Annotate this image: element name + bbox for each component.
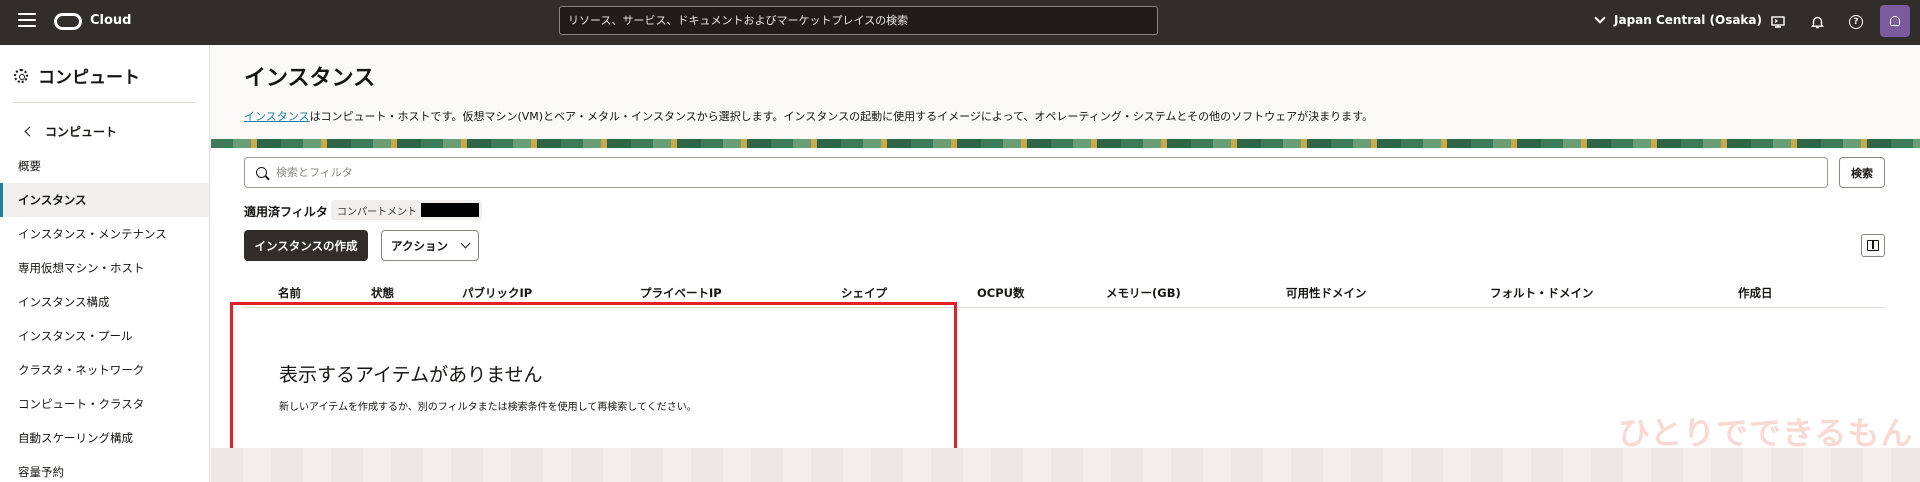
sidebar-item-instances[interactable]: インスタンス <box>0 183 209 217</box>
top-bar: Cloud Japan Central (Osaka) ? <box>0 0 1920 45</box>
sidebar-divider <box>14 102 196 103</box>
cloud-shell-icon[interactable] <box>1768 12 1788 32</box>
sidebar-item-instance-maintenance[interactable]: インスタンス・メンテナンス <box>0 217 209 251</box>
oracle-logo-icon[interactable] <box>54 13 82 30</box>
search-filter-input[interactable] <box>245 158 1827 187</box>
actions-label: アクション <box>391 238 448 253</box>
brand-name[interactable]: Cloud <box>90 13 132 28</box>
sidebar-item-compute-clusters[interactable]: コンピュート・クラスタ <box>0 387 209 421</box>
search-button[interactable]: 検索 <box>1839 157 1885 188</box>
sidebar-back-label: コンピュート <box>45 125 118 139</box>
column-header-private-ip[interactable]: プライベートIP <box>640 285 722 301</box>
sidebar-back-link[interactable]: コンピュート <box>24 123 118 140</box>
bell-icon[interactable] <box>1807 12 1827 32</box>
page-description: インスタンスはコンピュート・ホストです。仮想マシン(VM)とベア・メタル・インス… <box>244 108 1373 124</box>
column-header-fault-domain[interactable]: フォルト・ドメイン <box>1490 285 1594 301</box>
global-search <box>559 6 1158 35</box>
instances-doc-link[interactable]: インスタンス <box>244 110 310 123</box>
sidebar-item-capacity-reservations[interactable]: 容量予約 <box>0 455 209 482</box>
watermark-logo: ひとりでできるもん <box>1618 414 1914 452</box>
sidebar-nav: 概要 インスタンス インスタンス・メンテナンス 専用仮想マシン・ホスト インスタ… <box>0 149 209 482</box>
search-icon <box>256 167 267 178</box>
sidebar-item-autoscaling[interactable]: 自動スケーリング構成 <box>0 421 209 455</box>
actions-dropdown[interactable]: アクション <box>381 230 479 261</box>
region-selector[interactable]: Japan Central (Osaka) <box>1594 12 1762 27</box>
region-label: Japan Central (Osaka) <box>1614 13 1762 27</box>
decorative-band <box>211 139 1920 148</box>
column-header-memory[interactable]: メモリー(GB) <box>1106 285 1181 301</box>
chevron-down-icon <box>460 238 471 249</box>
menu-icon[interactable] <box>18 13 36 29</box>
compartment-chip-label: コンパートメント <box>337 206 417 218</box>
sidebar-item-overview[interactable]: 概要 <box>0 149 209 183</box>
highlight-annotation-box <box>230 302 957 460</box>
column-header-name[interactable]: 名前 <box>278 285 301 301</box>
column-header-created[interactable]: 作成日 <box>1738 285 1773 301</box>
gear-icon <box>14 68 28 83</box>
create-instance-button[interactable]: インスタンスの作成 <box>244 230 368 261</box>
global-search-input[interactable] <box>560 7 1157 34</box>
applied-filters-label: 適用済フィルタ <box>244 205 328 219</box>
page-description-text: はコンピュート・ホストです。仮想マシン(VM)とベア・メタル・インスタンスから選… <box>309 110 1374 123</box>
help-glyph: ? <box>1849 15 1863 29</box>
page-title: インスタンス <box>244 66 376 91</box>
sidebar-item-instance-configurations[interactable]: インスタンス構成 <box>0 285 209 319</box>
compartment-filter-chip[interactable]: コンパートメント <box>331 200 482 220</box>
redacted-compartment-name <box>421 203 479 217</box>
sidebar: コンピュート コンピュート 概要 インスタンス インスタンス・メンテナンス 専用… <box>0 45 210 482</box>
user-icon[interactable] <box>1880 5 1910 37</box>
column-header-state[interactable]: 状態 <box>371 285 394 301</box>
sidebar-item-instance-pools[interactable]: インスタンス・プール <box>0 319 209 353</box>
chevron-left-icon <box>24 126 35 137</box>
columns-icon[interactable] <box>1861 234 1885 257</box>
sidebar-item-dedicated-vm-hosts[interactable]: 専用仮想マシン・ホスト <box>0 251 209 285</box>
search-filter <box>244 157 1828 188</box>
chevron-down-icon <box>1594 12 1606 24</box>
sidebar-item-cluster-networks[interactable]: クラスタ・ネットワーク <box>0 353 209 387</box>
column-header-availability-domain[interactable]: 可用性ドメイン <box>1286 285 1367 301</box>
sidebar-title: コンピュート <box>38 68 140 88</box>
column-header-shape[interactable]: シェイプ <box>841 285 887 301</box>
sidebar-header: コンピュート <box>14 63 140 88</box>
column-header-ocpu[interactable]: OCPU数 <box>977 285 1024 301</box>
help-icon[interactable]: ? <box>1846 12 1866 32</box>
column-header-public-ip[interactable]: パブリックIP <box>462 285 532 301</box>
